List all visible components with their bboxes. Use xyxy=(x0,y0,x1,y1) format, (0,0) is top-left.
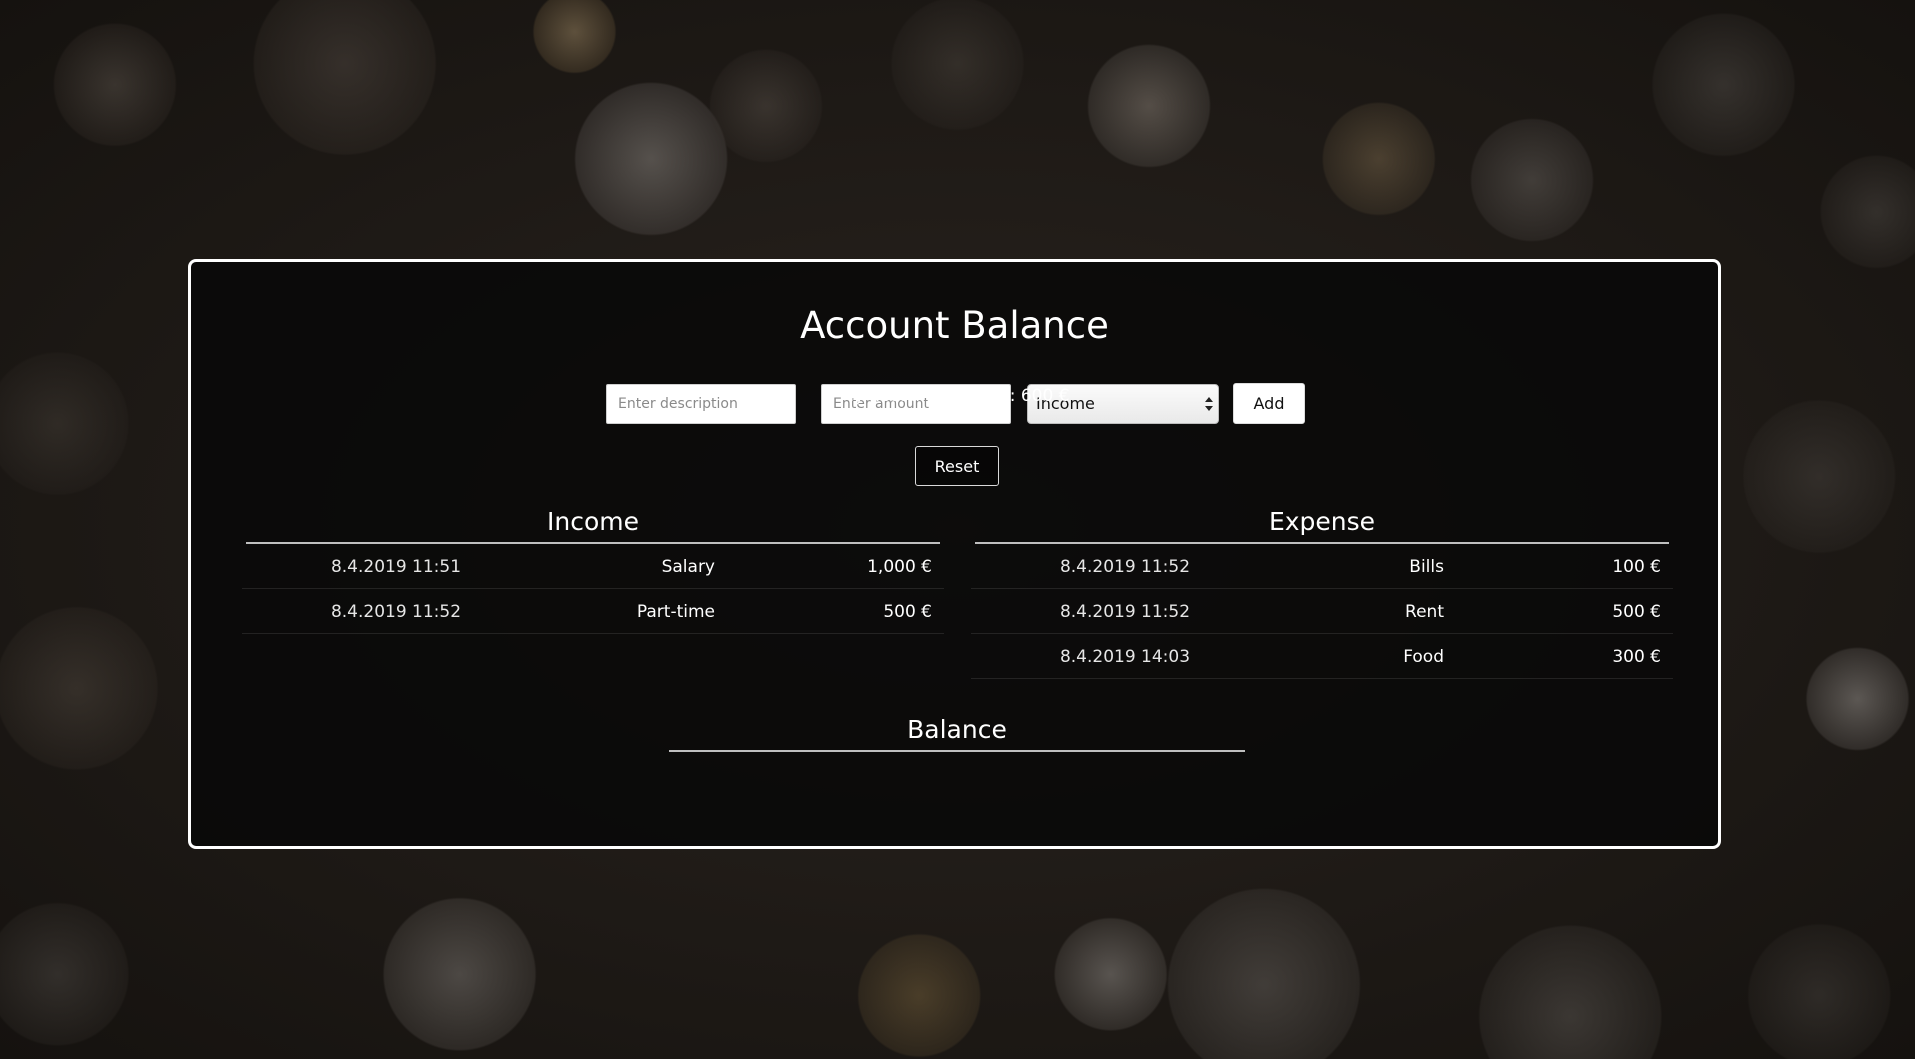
income-amount: 500 € xyxy=(883,602,932,622)
expense-row: 8.4.2019 14:03 Food 300 € xyxy=(971,634,1673,679)
income-date: 8.4.2019 11:51 xyxy=(330,557,462,577)
account-balance-text: My account balance: 600 € xyxy=(839,386,1070,406)
expense-amount: 100 € xyxy=(1612,557,1661,577)
income-row: 8.4.2019 11:51 Salary 1,000 € xyxy=(242,544,944,589)
balance-heading: Balance xyxy=(669,714,1245,752)
expense-description: Food xyxy=(1403,647,1444,667)
page-title: Account Balance xyxy=(800,304,1109,347)
balance-section: Balance xyxy=(669,714,1245,752)
income-description: Salary xyxy=(661,557,715,577)
income-date: 8.4.2019 11:52 xyxy=(330,602,462,622)
expense-amount: 500 € xyxy=(1612,602,1661,622)
expense-description: Bills xyxy=(1409,557,1444,577)
expense-section: Expense 8.4.2019 11:52 Bills 100 € 8.4.2… xyxy=(971,506,1673,679)
expense-date: 8.4.2019 14:03 xyxy=(1059,647,1191,667)
income-row: 8.4.2019 11:52 Part-time 500 € xyxy=(242,589,944,634)
expense-date: 8.4.2019 11:52 xyxy=(1059,602,1191,622)
income-section: Income 8.4.2019 11:51 Salary 1,000 € 8.4… xyxy=(242,506,944,634)
income-heading: Income xyxy=(246,506,940,544)
account-balance-panel: Account Balance Income Add Reset Income … xyxy=(188,259,1721,849)
income-amount: 1,000 € xyxy=(867,557,932,577)
income-description: Part-time xyxy=(636,602,715,622)
expense-amount: 300 € xyxy=(1612,647,1661,667)
expense-row: 8.4.2019 11:52 Bills 100 € xyxy=(971,544,1673,589)
expense-date: 8.4.2019 11:52 xyxy=(1059,557,1191,577)
reset-button[interactable]: Reset xyxy=(915,446,999,486)
expense-description: Rent xyxy=(1405,602,1444,622)
expense-heading: Expense xyxy=(975,506,1669,544)
expense-row: 8.4.2019 11:52 Rent 500 € xyxy=(971,589,1673,634)
